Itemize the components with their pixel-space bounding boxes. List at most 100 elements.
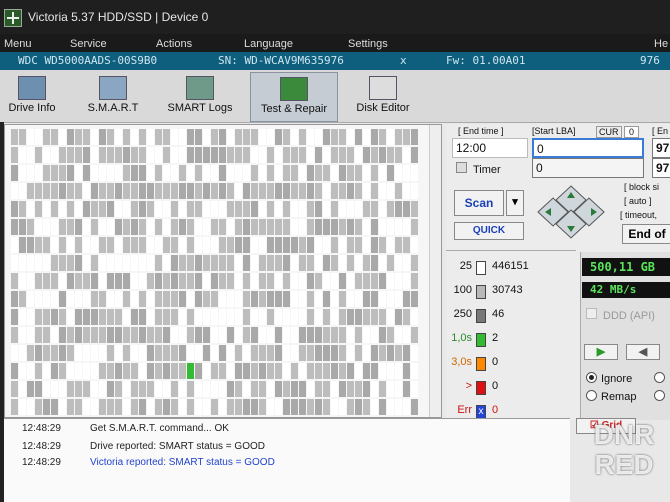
surface-scan-map bbox=[4, 124, 442, 418]
scan-block bbox=[195, 309, 202, 325]
tab-test-repair[interactable]: Test & Repair bbox=[250, 72, 338, 122]
scan-block bbox=[123, 165, 130, 181]
scan-block bbox=[227, 273, 234, 289]
remap-radio[interactable]: Remap bbox=[586, 390, 636, 403]
scan-block bbox=[187, 381, 194, 397]
scan-block bbox=[123, 327, 130, 343]
scan-block bbox=[403, 345, 410, 361]
first-aid-icon bbox=[280, 77, 308, 101]
scan-block bbox=[35, 255, 42, 271]
scan-block bbox=[59, 183, 66, 199]
scan-block bbox=[75, 147, 82, 163]
menu-item-actions[interactable]: Actions bbox=[156, 38, 192, 50]
scan-block bbox=[403, 129, 410, 145]
menu-item-service[interactable]: Service bbox=[70, 38, 107, 50]
menu-item-language[interactable]: Language bbox=[244, 38, 293, 50]
start-lba-field[interactable]: 0 bbox=[532, 138, 644, 158]
scan-block bbox=[179, 237, 186, 253]
scan-block bbox=[243, 363, 250, 379]
scan-block bbox=[75, 309, 82, 325]
scan-button[interactable]: Scan bbox=[454, 190, 504, 216]
scan-block bbox=[331, 237, 338, 253]
scan-block bbox=[323, 363, 330, 379]
end-lba-field[interactable]: 97 bbox=[652, 138, 670, 158]
ddd-api-checkbox[interactable]: DDD (API) bbox=[586, 308, 655, 322]
tab-disk-editor[interactable]: Disk Editor bbox=[346, 72, 420, 120]
scan-block bbox=[219, 183, 226, 199]
tab-smart[interactable]: S.M.A.R.T bbox=[78, 72, 148, 120]
scan-block bbox=[147, 381, 154, 397]
scan-block bbox=[91, 219, 98, 235]
scan-block bbox=[171, 201, 178, 217]
menu-item-settings[interactable]: Settings bbox=[348, 38, 388, 50]
scan-block bbox=[179, 399, 186, 415]
scan-block bbox=[315, 237, 322, 253]
scan-block bbox=[267, 183, 274, 199]
option-radio-4[interactable] bbox=[654, 390, 669, 403]
scan-block bbox=[243, 291, 250, 307]
scan-block bbox=[11, 129, 18, 145]
scan-block bbox=[107, 237, 114, 253]
drive-info-bar[interactable]: WDC WD5000AADS-00S9B0 SN: WD-WCAV9M63597… bbox=[0, 52, 670, 70]
legend-count-3s: 0 bbox=[492, 356, 499, 368]
scan-block bbox=[283, 147, 290, 163]
scan-block bbox=[155, 201, 162, 217]
scan-block bbox=[235, 273, 242, 289]
menu-item-help[interactable]: He bbox=[654, 38, 668, 50]
scan-block bbox=[19, 129, 26, 145]
timer-field[interactable]: 0 bbox=[532, 158, 644, 178]
tab-drive-info[interactable]: Drive Info bbox=[2, 72, 62, 120]
scan-block bbox=[131, 129, 138, 145]
scan-block bbox=[267, 345, 274, 361]
scan-dropdown-button[interactable]: ▾ bbox=[506, 190, 524, 216]
scan-block bbox=[267, 381, 274, 397]
scan-block bbox=[307, 291, 314, 307]
scan-block bbox=[59, 255, 66, 271]
end-of-button[interactable]: End of bbox=[622, 224, 670, 244]
scan-block bbox=[387, 237, 394, 253]
scan-block bbox=[155, 327, 162, 343]
scan-block bbox=[347, 237, 354, 253]
reverse-play-button[interactable]: ◀ bbox=[626, 344, 660, 360]
timer-end-field[interactable]: 97 bbox=[652, 158, 670, 178]
scan-block bbox=[99, 273, 106, 289]
scan-block bbox=[203, 309, 210, 325]
quick-button[interactable]: QUICK bbox=[454, 222, 524, 240]
menu-item-menu[interactable]: Menu bbox=[4, 38, 32, 50]
scan-block bbox=[267, 363, 274, 379]
scan-block bbox=[163, 219, 170, 235]
scan-block bbox=[75, 399, 82, 415]
scan-block bbox=[155, 237, 162, 253]
scan-block bbox=[363, 165, 370, 181]
scan-block bbox=[259, 129, 266, 145]
scan-block bbox=[227, 237, 234, 253]
map-scrollbar[interactable] bbox=[429, 125, 441, 417]
tab-smart-logs[interactable]: SMART Logs bbox=[160, 72, 240, 120]
scan-block bbox=[51, 309, 58, 325]
scan-block bbox=[411, 147, 418, 163]
scan-block bbox=[19, 255, 26, 271]
scan-block bbox=[267, 147, 274, 163]
scan-block bbox=[315, 219, 322, 235]
end-time-field[interactable]: 12:00 bbox=[452, 138, 528, 158]
scan-block bbox=[139, 255, 146, 271]
scan-block bbox=[59, 201, 66, 217]
scan-block bbox=[235, 381, 242, 397]
ignore-radio[interactable]: Ignore bbox=[586, 372, 632, 385]
scan-block bbox=[275, 183, 282, 199]
scan-block bbox=[403, 237, 410, 253]
scan-block bbox=[307, 183, 314, 199]
scan-block bbox=[195, 201, 202, 217]
scan-block bbox=[323, 309, 330, 325]
option-radio-2[interactable] bbox=[654, 372, 669, 385]
scan-block bbox=[259, 273, 266, 289]
scan-block bbox=[179, 183, 186, 199]
play-button[interactable]: ▶ bbox=[584, 344, 618, 360]
scan-block bbox=[355, 327, 362, 343]
drive-close-button[interactable]: x bbox=[400, 54, 407, 67]
scan-block bbox=[83, 381, 90, 397]
timer-checkbox[interactable]: Timer bbox=[456, 162, 501, 176]
scan-block bbox=[299, 399, 306, 415]
scan-block bbox=[11, 291, 18, 307]
direction-pad[interactable] bbox=[534, 184, 608, 240]
